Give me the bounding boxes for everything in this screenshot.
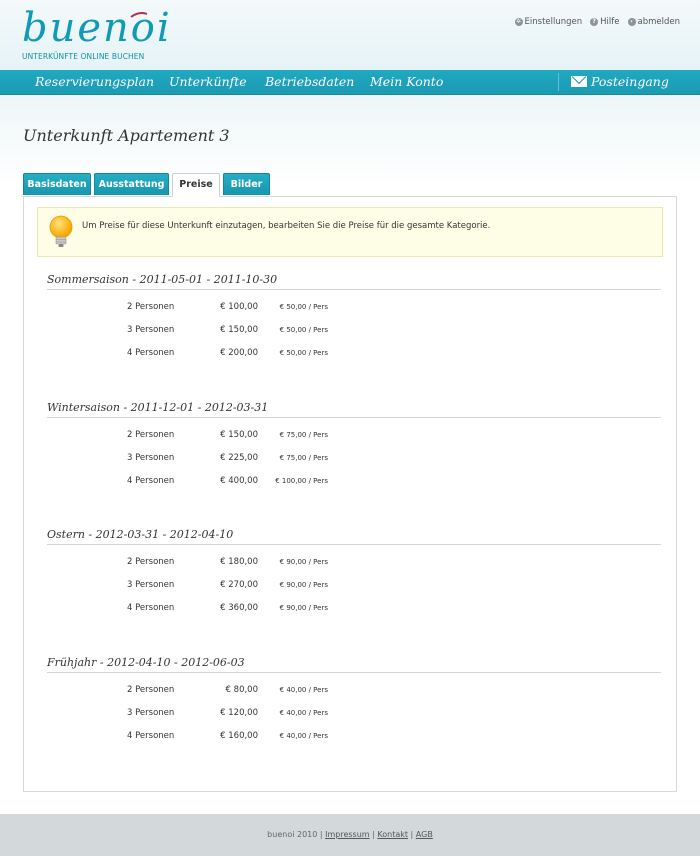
season-title: Sommersaison - 2011-05-01 - 2011-10-30 [47,272,661,290]
main-nav: Reservierungsplan Unterkünfte Betriebsda… [0,70,700,95]
envelope-icon [571,76,587,87]
total-price: € 200,00 [220,348,258,358]
per-person-price: € 40,00 / Pers [279,732,328,740]
logo[interactable]: buenoi UNTERKÜNFTE ONLINE BUCHEN [22,6,170,64]
price-row: 4 Personen € 360,00 € 90,00 / Pers [47,603,661,617]
footer-link-kontakt[interactable]: Kontakt [377,830,408,839]
per-person-price: € 90,00 / Pers [279,558,328,566]
per-person-price: € 40,00 / Pers [279,709,328,717]
help-link-label: Hilfe [600,17,620,27]
price-row: 2 Personen € 80,00 € 40,00 / Pers [47,685,661,699]
persons-label: 3 Personen [127,325,175,335]
total-price: € 225,00 [220,453,258,463]
nav-item-betriebsdaten[interactable]: Betriebsdaten [265,70,354,94]
help-icon: ? [590,18,599,26]
persons-label: 3 Personen [127,708,175,718]
nav-item-mein-konto[interactable]: Mein Konto [370,70,443,94]
info-box: Um Preise für diese Unterkunft einzutage… [37,207,663,257]
persons-label: 2 Personen [127,302,175,312]
tab-preise[interactable]: Preise [172,173,220,197]
persons-label: 2 Personen [127,430,175,440]
page-title: Unterkunft Apartement 3 [23,126,230,145]
per-person-price: € 90,00 / Pers [279,604,328,612]
logo-tagline: UNTERKÜNFTE ONLINE BUCHEN [22,52,145,61]
per-person-price: € 100,00 / Pers [275,477,328,485]
season-block: Wintersaison - 2011-12-01 - 2012-03-31 2… [47,400,661,486]
tab-bilder[interactable]: Bilder [223,173,270,195]
per-person-price: € 75,00 / Pers [279,454,328,462]
nav-item-reservierungsplan[interactable]: Reservierungsplan [35,70,154,94]
price-row: 4 Personen € 160,00 € 40,00 / Pers [47,731,661,745]
price-row: 2 Personen € 100,00 € 50,00 / Pers [47,302,661,316]
per-person-price: € 50,00 / Pers [279,326,328,334]
persons-label: 3 Personen [127,580,175,590]
persons-label: 4 Personen [127,603,175,613]
per-person-price: € 40,00 / Pers [279,686,328,694]
price-row: 4 Personen € 200,00 € 50,00 / Pers [47,348,661,362]
total-price: € 150,00 [220,430,258,440]
persons-label: 2 Personen [127,685,175,695]
total-price: € 360,00 [220,603,258,613]
nav-item-posteingang[interactable]: Posteingang [571,70,669,94]
total-price: € 180,00 [220,557,258,567]
per-person-price: € 50,00 / Pers [279,349,328,357]
total-price: € 120,00 [220,708,258,718]
header: buenoi UNTERKÜNFTE ONLINE BUCHEN ✲ Einste… [0,0,700,70]
nav-item-posteingang-label: Posteingang [591,74,669,89]
footer-link-agb[interactable]: AGB [416,830,433,839]
total-price: € 150,00 [220,325,258,335]
season-block: Sommersaison - 2011-05-01 - 2011-10-30 2… [47,272,661,358]
utility-links: ✲ Einstellungen ? Hilfe › abmelden [514,17,681,27]
price-row: 2 Personen € 150,00 € 75,00 / Pers [47,430,661,444]
logo-accent-icon [130,12,148,18]
tab-ausstattung[interactable]: Ausstattung [94,173,169,195]
nav-divider [558,73,559,91]
settings-link-label: Einstellungen [524,17,583,27]
logout-icon: › [627,18,636,26]
season-block: Ostern - 2012-03-31 - 2012-04-10 2 Perso… [47,527,661,613]
price-row: 2 Personen € 180,00 € 90,00 / Pers [47,557,661,571]
total-price: € 160,00 [220,731,258,741]
persons-label: 3 Personen [127,453,175,463]
footer-link-impressum[interactable]: Impressum [325,830,369,839]
price-row: 4 Personen € 400,00 € 100,00 / Pers [47,476,661,490]
persons-label: 4 Personen [127,731,175,741]
footer: buenoi 2010 | Impressum | Kontakt | AGB [0,814,700,856]
price-row: 3 Personen € 120,00 € 40,00 / Pers [47,708,661,722]
help-link[interactable]: ? Hilfe [590,17,620,27]
per-person-price: € 50,00 / Pers [279,303,328,311]
gear-icon: ✲ [514,18,523,26]
logout-link[interactable]: › abmelden [627,17,681,27]
footer-links: buenoi 2010 | Impressum | Kontakt | AGB [267,830,433,839]
total-price: € 80,00 [225,685,258,695]
price-row: 3 Personen € 150,00 € 50,00 / Pers [47,325,661,339]
per-person-price: € 90,00 / Pers [279,581,328,589]
total-price: € 100,00 [220,302,258,312]
season-title: Ostern - 2012-03-31 - 2012-04-10 [47,527,661,545]
footer-copyright: buenoi 2010 [267,830,318,839]
prices-panel: Um Preise für diese Unterkunft einzutage… [23,196,677,792]
total-price: € 270,00 [220,580,258,590]
lightbulb-icon [49,215,73,247]
nav-item-unterkuenfte[interactable]: Unterkünfte [169,70,247,94]
settings-link[interactable]: ✲ Einstellungen [514,17,583,27]
persons-label: 4 Personen [127,348,175,358]
logout-link-label: abmelden [637,17,681,27]
season-title: Wintersaison - 2011-12-01 - 2012-03-31 [47,400,661,418]
persons-label: 2 Personen [127,557,175,567]
season-block: Frühjahr - 2012-04-10 - 2012-06-03 2 Per… [47,655,661,741]
tab-basisdaten[interactable]: Basisdaten [23,173,91,195]
price-row: 3 Personen € 225,00 € 75,00 / Pers [47,453,661,467]
logo-wordmark: buenoi [22,5,172,51]
total-price: € 400,00 [220,476,258,486]
info-message: Um Preise für diese Unterkunft einzutage… [82,221,491,231]
per-person-price: € 75,00 / Pers [279,431,328,439]
persons-label: 4 Personen [127,476,175,486]
season-title: Frühjahr - 2012-04-10 - 2012-06-03 [47,655,661,673]
price-row: 3 Personen € 270,00 € 90,00 / Pers [47,580,661,594]
